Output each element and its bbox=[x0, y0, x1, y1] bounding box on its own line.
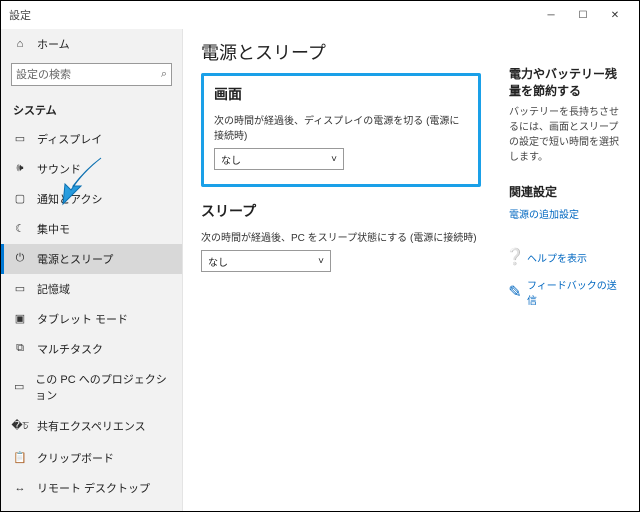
sidebar-item-shared[interactable]: �চ 共有エクスペリエンス bbox=[1, 410, 182, 443]
feedback-label: フィードバックの送信 bbox=[527, 277, 619, 307]
screen-heading: 画面 bbox=[214, 84, 468, 104]
shared-icon: �চ bbox=[13, 417, 27, 436]
sleep-section: スリープ 次の時間が経過後、PC をスリープ状態にする (電源に接続時) なし … bbox=[201, 201, 481, 272]
search-icon: ⌕ bbox=[161, 68, 167, 81]
sidebar-item-label: リモート デスクトップ bbox=[37, 480, 150, 496]
search-input[interactable]: 設定の検索 ⌕ bbox=[11, 63, 172, 86]
sidebar: ⌂ ホーム 設定の検索 ⌕ システム ▭ ディスプレイ 🕪 サウンド ▢ 通知とアクシ… bbox=[1, 29, 183, 511]
help-icon: ❔ bbox=[509, 247, 521, 267]
sidebar-item-tablet[interactable]: ▣ タブレット モード bbox=[1, 304, 182, 334]
feedback-icon: ✎ bbox=[509, 282, 521, 302]
maximize-button[interactable]: ☐ bbox=[567, 1, 599, 29]
sidebar-item-about[interactable]: ⓘ バージョン情報 bbox=[1, 503, 182, 511]
clipboard-icon: 📋 bbox=[13, 451, 27, 464]
display-icon: ▭ bbox=[13, 132, 27, 145]
sidebar-item-label: 通知とアクシ bbox=[37, 191, 102, 207]
close-button[interactable]: ✕ bbox=[599, 1, 631, 29]
sleep-desc: 次の時間が経過後、PC をスリープ状態にする (電源に接続時) bbox=[201, 229, 481, 244]
sidebar-item-label: 電源とスリープ bbox=[37, 251, 113, 267]
chevron-down-icon: ˅ bbox=[318, 256, 324, 267]
remote-icon: ↔ bbox=[13, 482, 27, 494]
content: 電源とスリープ 画面 次の時間が経過後、ディスプレイの電源を切る (電源に接続時… bbox=[183, 29, 639, 511]
sidebar-item-label: クリップボード bbox=[37, 450, 114, 466]
window-title: 設定 bbox=[9, 7, 535, 23]
sidebar-item-label: サウンド bbox=[37, 161, 81, 177]
highlight-box: 画面 次の時間が経過後、ディスプレイの電源を切る (電源に接続時) なし ˅ bbox=[201, 73, 481, 187]
sidebar-item-label: 集中モ bbox=[37, 221, 70, 237]
page-title: 電源とスリープ bbox=[201, 39, 481, 65]
sidebar-item-projection[interactable]: ▭ この PC へのプロジェクション bbox=[1, 364, 182, 410]
save-power-text: バッテリーを長持ちさせるには、画面とスリープの設定で短い時間を選択します。 bbox=[509, 105, 619, 165]
titlebar: 設定 ─ ☐ ✕ bbox=[1, 1, 639, 29]
projection-icon: ▭ bbox=[13, 380, 25, 393]
screen-timeout-select[interactable]: なし ˅ bbox=[214, 148, 344, 170]
notifications-icon: ▢ bbox=[13, 192, 27, 205]
sidebar-item-label: タブレット モード bbox=[37, 311, 128, 327]
sidebar-home-label: ホーム bbox=[37, 36, 70, 52]
about-icon: ⓘ bbox=[13, 510, 27, 511]
sidebar-item-display[interactable]: ▭ ディスプレイ bbox=[1, 124, 182, 154]
related-link[interactable]: 電源の追加設定 bbox=[509, 206, 619, 221]
sidebar-item-label: 記憶域 bbox=[37, 281, 70, 297]
sidebar-item-clipboard[interactable]: 📋 クリップボード bbox=[1, 443, 182, 473]
search-placeholder: 設定の検索 bbox=[16, 66, 71, 82]
related-heading: 関連設定 bbox=[509, 183, 619, 200]
sidebar-item-sound[interactable]: 🕪 サウンド bbox=[1, 154, 182, 184]
sidebar-item-label: 共有エクスペリエンス bbox=[37, 418, 146, 434]
sleep-timeout-value: なし bbox=[208, 254, 228, 269]
screen-desc: 次の時間が経過後、ディスプレイの電源を切る (電源に接続時) bbox=[214, 112, 468, 142]
power-icon: ⏻ bbox=[13, 252, 27, 265]
sidebar-item-storage[interactable]: ▭ 記憶域 bbox=[1, 274, 182, 304]
save-power-heading: 電力やバッテリー残量を節約する bbox=[509, 65, 619, 99]
sidebar-item-label: マルチタスク bbox=[37, 341, 103, 357]
sidebar-heading: システム bbox=[1, 96, 182, 124]
sidebar-item-focus[interactable]: ☾ 集中モ bbox=[1, 214, 182, 244]
minimize-button[interactable]: ─ bbox=[535, 1, 567, 29]
sleep-timeout-select[interactable]: なし ˅ bbox=[201, 250, 331, 272]
sidebar-item-label: ディスプレイ bbox=[37, 131, 102, 147]
multitask-icon: ⧉ bbox=[13, 342, 27, 355]
sidebar-item-label: バージョン情報 bbox=[37, 510, 114, 511]
sidebar-home[interactable]: ⌂ ホーム bbox=[1, 29, 182, 59]
help-label: ヘルプを表示 bbox=[527, 250, 587, 265]
focus-icon: ☾ bbox=[13, 222, 27, 235]
screen-timeout-value: なし bbox=[221, 152, 241, 167]
feedback-link[interactable]: ✎ フィードバックの送信 bbox=[509, 277, 619, 307]
sidebar-item-label: この PC へのプロジェクション bbox=[35, 371, 170, 403]
sidebar-item-notifications[interactable]: ▢ 通知とアクシ bbox=[1, 184, 182, 214]
sidebar-item-remote[interactable]: ↔ リモート デスクトップ bbox=[1, 473, 182, 503]
chevron-down-icon: ˅ bbox=[331, 154, 337, 165]
tablet-icon: ▣ bbox=[13, 312, 27, 325]
sidebar-item-power-sleep[interactable]: ⏻ 電源とスリープ bbox=[1, 244, 182, 274]
storage-icon: ▭ bbox=[13, 282, 27, 295]
sidebar-item-multitask[interactable]: ⧉ マルチタスク bbox=[1, 334, 182, 364]
sleep-heading: スリープ bbox=[201, 201, 481, 221]
home-icon: ⌂ bbox=[13, 38, 27, 50]
sound-icon: 🕪 bbox=[13, 162, 27, 175]
help-link[interactable]: ❔ ヘルプを表示 bbox=[509, 247, 619, 267]
